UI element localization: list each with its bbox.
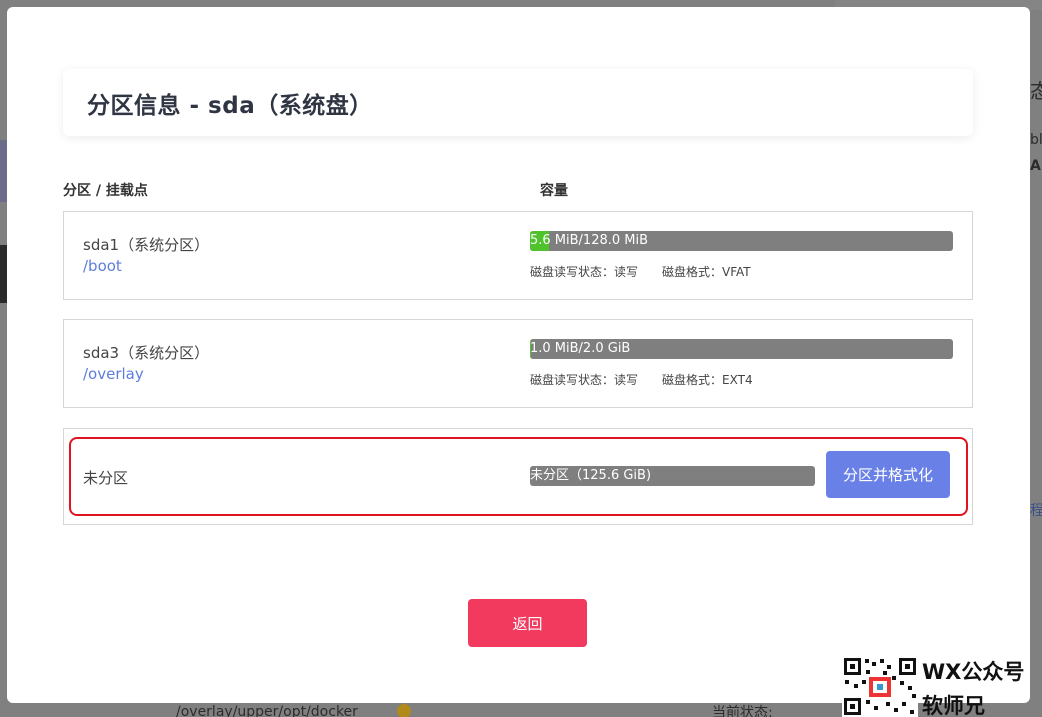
background-text-fragment: /overlay/upper/opt/docker: [176, 704, 358, 717]
column-header-capacity: 容量: [540, 183, 568, 199]
watermark-text: 软师兄: [922, 694, 985, 717]
partition-and-format-button[interactable]: 分区并格式化: [826, 451, 950, 498]
usage-text: 未分区（125.6 GiB): [530, 468, 652, 483]
partition-row-sda1: sda1（系统分区） /boot 5.6 MiB/128.0 MiB 磁盘读写状…: [63, 211, 973, 300]
mount-point-link[interactable]: /overlay: [83, 365, 144, 383]
background-text-fragment: 态: [1030, 79, 1042, 103]
usage-text: 5.6 MiB/128.0 MiB: [530, 233, 649, 248]
column-header-partition: 分区 / 挂载点: [63, 183, 148, 199]
dialog-header: 分区信息 - sda（系统盘）: [63, 69, 973, 136]
watermark-text: WX公众号: [922, 660, 1025, 684]
warning-icon: [397, 704, 411, 717]
background-text-fragment: 当前状态:: [712, 705, 773, 717]
back-button[interactable]: 返回: [468, 599, 587, 647]
mount-point-link[interactable]: /boot: [83, 257, 122, 275]
partition-info-dialog: 分区信息 - sda（系统盘） 分区 / 挂载点 容量 sda1（系统分区） /…: [7, 7, 1030, 703]
partition-row-unallocated: 未分区 未分区（125.6 GiB) 分区并格式化: [63, 428, 973, 525]
partition-name: sda1（系统分区）: [83, 236, 210, 254]
background-text-fragment: AN: [1030, 158, 1042, 174]
rw-status: 磁盘读写状态：读写: [530, 265, 639, 279]
background-text-fragment: bl: [1030, 132, 1042, 148]
qr-code-icon: [842, 656, 918, 717]
background-text-fragment: 程: [1030, 503, 1042, 519]
dialog-title: 分区信息 - sda（系统盘）: [87, 92, 373, 119]
usage-bar: 5.6 MiB/128.0 MiB: [530, 231, 953, 251]
usage-bar: 1.0 MiB/2.0 GiB: [530, 339, 953, 359]
partition-meta: 磁盘读写状态：读写 磁盘格式：VFAT: [530, 263, 751, 280]
watermark: WX公众号 软师兄: [842, 656, 1042, 717]
rw-status: 磁盘读写状态：读写: [530, 373, 639, 387]
partition-name: sda3（系统分区）: [83, 344, 210, 362]
partition-row-sda3: sda3（系统分区） /overlay 1.0 MiB/2.0 GiB 磁盘读写…: [63, 319, 973, 408]
partition-name: 未分区: [83, 469, 129, 487]
filesystem-type: 磁盘格式：VFAT: [662, 265, 751, 279]
partition-meta: 磁盘读写状态：读写 磁盘格式：EXT4: [530, 371, 753, 388]
filesystem-type: 磁盘格式：EXT4: [662, 373, 753, 387]
usage-bar: 未分区（125.6 GiB): [530, 466, 815, 486]
usage-text: 1.0 MiB/2.0 GiB: [530, 341, 631, 356]
